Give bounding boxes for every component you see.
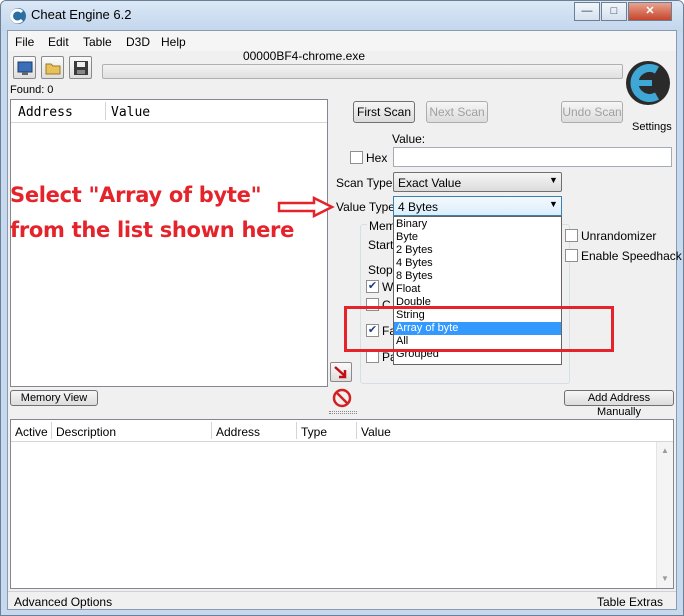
results-header: Address Value [11, 100, 327, 123]
menu-bar: File Edit Table D3D Help [8, 31, 676, 51]
status-bar: Advanced Options Table Extras [8, 591, 676, 609]
found-count: Found: 0 [10, 84, 54, 96]
stop-label: Stop [368, 263, 393, 277]
annotation-line-2: from the list shown here [10, 218, 295, 242]
value-type-label: Value Type [336, 200, 395, 214]
value-type-option[interactable]: 8 Bytes [394, 270, 561, 283]
value-label: Value: [392, 132, 426, 146]
start-label: Start [368, 238, 394, 252]
table-extras-link[interactable]: Table Extras [597, 595, 663, 609]
first-scan-button[interactable]: First Scan [353, 101, 415, 123]
process-title: 00000BF4-chrome.exe [242, 49, 366, 63]
scroll-down-icon[interactable]: ▼ [661, 574, 669, 583]
value-type-select[interactable]: 4 Bytes ▼ [393, 196, 562, 216]
client-area: File Edit Table D3D Help 00000BF4-chrome… [7, 30, 682, 610]
scan-type-value: Exact Value [398, 176, 462, 190]
add-address-manually-button[interactable]: Add Address Manually [564, 390, 674, 418]
column-type[interactable]: Type [301, 425, 327, 439]
hex-checkbox[interactable] [350, 151, 363, 164]
settings-label[interactable]: Settings [632, 121, 672, 133]
column-active[interactable]: Active [15, 425, 48, 439]
value-type-value: 4 Bytes [398, 200, 439, 214]
writable-label: W [382, 280, 394, 294]
hex-label: Hex [366, 151, 388, 165]
next-scan-button[interactable]: Next Scan [426, 101, 488, 123]
scroll-up-icon[interactable]: ▲ [661, 446, 669, 455]
speedhack-checkbox[interactable] [565, 249, 578, 262]
window-title: Cheat Engine 6.2 [31, 7, 132, 22]
scan-results-list[interactable]: Address Value [10, 99, 328, 387]
add-to-list-button[interactable] [330, 362, 352, 382]
chevron-down-icon: ▼ [549, 175, 558, 185]
value-type-option[interactable]: Byte [394, 231, 561, 244]
app-icon [10, 8, 26, 24]
cheat-engine-logo-icon[interactable] [623, 56, 673, 111]
column-value[interactable]: Value [111, 105, 150, 120]
writable-checkbox[interactable]: ✔ [366, 280, 379, 293]
value-type-option[interactable]: 4 Bytes [394, 257, 561, 270]
address-list-header: Active Description Address Type Value [11, 420, 673, 442]
arrow-down-right-icon [334, 366, 347, 379]
stop-icon[interactable] [332, 388, 352, 408]
annotation-arrow-icon [277, 196, 335, 218]
column-address[interactable]: Address [216, 425, 260, 439]
scan-progress-bar [102, 64, 623, 79]
minimize-button[interactable]: — [574, 2, 600, 21]
speedhack-label: Enable Speedhack [581, 249, 682, 263]
splitter-grip[interactable] [329, 411, 357, 414]
address-list[interactable]: Active Description Address Type Value ▲ … [10, 419, 674, 589]
scan-type-label: Scan Type [336, 176, 393, 190]
value-input[interactable] [393, 147, 672, 167]
close-button[interactable]: ✕ [628, 2, 672, 21]
annotation-line-1: Select "Array of byte" [10, 183, 262, 207]
value-type-option[interactable]: 2 Bytes [394, 244, 561, 257]
value-type-option[interactable]: Binary [394, 218, 561, 231]
undo-scan-button[interactable]: Undo Scan [561, 101, 623, 123]
highlight-box [344, 306, 614, 352]
column-address[interactable]: Address [18, 105, 73, 120]
chevron-down-icon: ▼ [549, 199, 558, 209]
unrandomizer-label: Unrandomizer [581, 229, 657, 243]
memory-view-button[interactable]: Memory View [10, 390, 98, 406]
advanced-options-link[interactable]: Advanced Options [14, 595, 112, 609]
maximize-button[interactable]: □ [601, 2, 627, 21]
column-description[interactable]: Description [56, 425, 116, 439]
unrandomizer-checkbox[interactable] [565, 229, 578, 242]
scan-type-select[interactable]: Exact Value ▼ [393, 172, 562, 192]
column-value[interactable]: Value [361, 425, 391, 439]
title-bar[interactable]: Cheat Engine 6.2 — □ ✕ [1, 1, 683, 31]
value-type-option[interactable]: Float [394, 283, 561, 296]
scrollbar[interactable]: ▲ ▼ [656, 442, 673, 588]
